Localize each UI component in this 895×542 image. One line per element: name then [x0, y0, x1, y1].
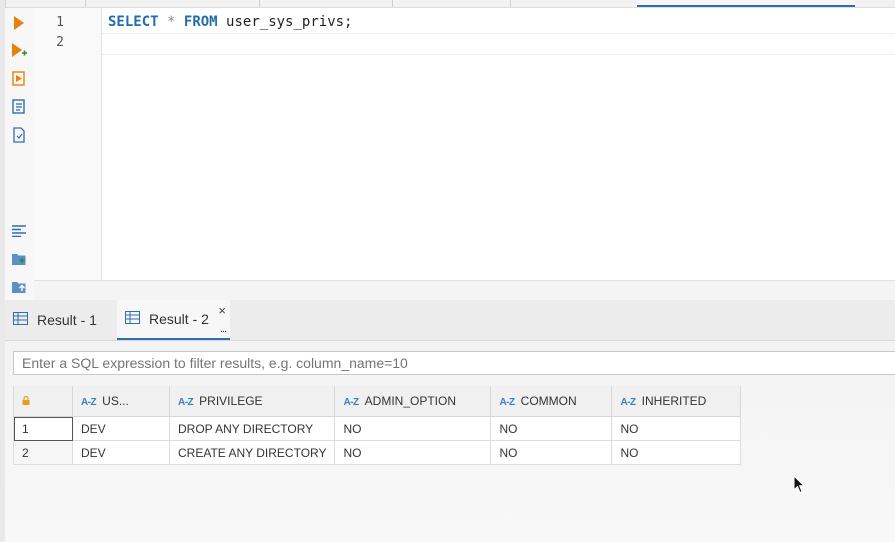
- column-header-label: US...: [102, 394, 129, 408]
- sql-operator: *: [167, 14, 176, 30]
- table-row[interactable]: 1 DEV DROP ANY DIRECTORY NO NO NO: [13, 416, 742, 441]
- table-cell[interactable]: NO: [611, 440, 742, 465]
- more-icon[interactable]: ...: [220, 323, 227, 335]
- table-cell[interactable]: NO: [334, 440, 492, 465]
- table-cell[interactable]: NO: [334, 416, 492, 441]
- column-header-label: COMMON: [520, 394, 577, 408]
- row-number[interactable]: 1: [13, 416, 73, 441]
- format-sql-icon[interactable]: [11, 223, 27, 239]
- close-icon[interactable]: ×: [218, 303, 226, 318]
- column-header[interactable]: A-Z US...: [72, 386, 170, 417]
- column-header[interactable]: A-Z PRIVILEGE: [168, 386, 336, 417]
- grid-icon: [125, 311, 140, 327]
- table-cell[interactable]: CREATE ANY DIRECTORY: [168, 440, 336, 465]
- editor-tabs-strip: ···: [0, 0, 895, 8]
- execute-statement-icon[interactable]: [11, 15, 27, 31]
- filter-input[interactable]: [13, 351, 895, 375]
- tab-result-1[interactable]: Result - 1: [13, 300, 117, 340]
- results-tab-bar: Result - 1 Result - 2 × ...: [5, 300, 895, 341]
- table-cell[interactable]: NO: [490, 416, 613, 441]
- execute-script-new-tab-icon[interactable]: [11, 99, 27, 115]
- tab-separator: [392, 0, 393, 7]
- tab-label: Result - 1: [37, 312, 97, 328]
- execute-script-icon[interactable]: [11, 71, 27, 87]
- sort-az-icon: A-Z: [499, 397, 515, 408]
- results-grid: A-Z US... A-Z PRIVILEGE A-Z ADMIN_OPTION A-…: [13, 386, 742, 465]
- grid-header-row: A-Z US... A-Z PRIVILEGE A-Z ADMIN_OPTION A-…: [13, 386, 742, 417]
- table-row[interactable]: 2 DEV CREATE ANY DIRECTORY NO NO NO: [13, 440, 742, 465]
- sort-az-icon: A-Z: [343, 397, 359, 408]
- execute-in-new-tab-icon[interactable]: [11, 43, 27, 59]
- line-number: 2: [56, 35, 64, 50]
- column-header-label: INHERITED: [641, 394, 707, 408]
- sort-az-icon: A-Z: [620, 397, 636, 408]
- column-header[interactable]: A-Z INHERITED: [611, 386, 742, 417]
- sql-identifier: user_sys_privs;: [226, 14, 353, 30]
- tab-label: Result - 2: [149, 311, 209, 327]
- row-number-header[interactable]: [13, 386, 73, 417]
- sql-keyword: FROM: [183, 14, 218, 30]
- grid-icon: [13, 312, 28, 328]
- column-header-label: ADMIN_OPTION: [364, 394, 456, 408]
- line-number-gutter: 1 2: [34, 8, 102, 280]
- tab-separator: [259, 0, 260, 7]
- more-icon: ···: [842, 0, 852, 5]
- save-script-icon[interactable]: [11, 251, 27, 267]
- sql-keyword: SELECT: [108, 14, 159, 30]
- sql-editor[interactable]: SELECT * FROM user_sys_privs;: [102, 8, 895, 280]
- table-cell[interactable]: DEV: [72, 416, 170, 441]
- sort-az-icon: A-Z: [178, 397, 194, 408]
- table-cell[interactable]: DEV: [72, 440, 170, 465]
- editor-toolbar: [5, 8, 35, 300]
- load-script-icon[interactable]: [11, 279, 27, 295]
- table-cell[interactable]: DROP ANY DIRECTORY: [168, 416, 336, 441]
- tab-separator: [85, 0, 86, 7]
- current-line-highlight: [102, 33, 895, 55]
- table-cell[interactable]: NO: [490, 440, 613, 465]
- tab-result-2[interactable]: Result - 2 × ...: [117, 300, 230, 340]
- line-number: 1: [56, 15, 64, 30]
- sql-line-1: SELECT * FROM user_sys_privs;: [108, 14, 352, 30]
- editor-scroll-area: [34, 280, 895, 301]
- explain-plan-icon[interactable]: [11, 127, 27, 143]
- tab-separator: [510, 0, 511, 7]
- mouse-cursor-icon: [793, 474, 806, 499]
- column-header[interactable]: A-Z ADMIN_OPTION: [334, 386, 492, 417]
- sort-az-icon: A-Z: [81, 397, 97, 408]
- row-number[interactable]: 2: [13, 440, 73, 465]
- lock-icon: [22, 394, 30, 408]
- column-header-label: PRIVILEGE: [199, 394, 263, 408]
- table-cell[interactable]: NO: [611, 416, 742, 441]
- active-editor-tab[interactable]: ···: [637, 0, 855, 7]
- column-header[interactable]: A-Z COMMON: [490, 386, 613, 417]
